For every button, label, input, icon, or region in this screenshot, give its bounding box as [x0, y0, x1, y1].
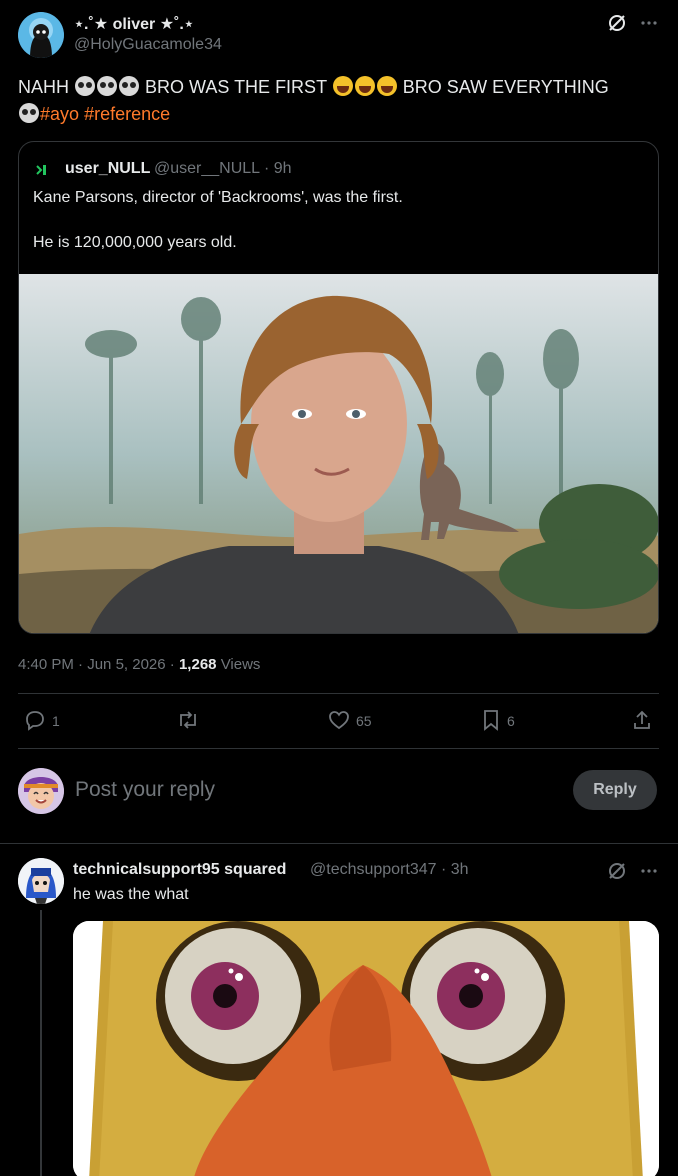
section-divider [0, 843, 678, 844]
rofl-emoji-icon [376, 76, 397, 96]
views-label: Views [220, 656, 261, 673]
reply-icon [24, 709, 46, 734]
skull-emoji-icon [75, 76, 96, 96]
bookmark-icon [481, 709, 501, 734]
author-avatar[interactable] [18, 12, 64, 58]
share-button[interactable] [632, 708, 652, 734]
comment-author-name[interactable]: technicalsupport95 squared [73, 861, 286, 879]
author-handle[interactable]: @HolyGuacamole34 [74, 36, 222, 54]
comment-image[interactable] [73, 921, 659, 1176]
repost-button[interactable] [176, 708, 200, 734]
repost-icon [176, 709, 200, 734]
comment-text: he was the what [73, 886, 189, 903]
like-icon [328, 709, 350, 734]
separator-dot: · [263, 160, 270, 177]
quote-author-handle[interactable]: @user__NULL [154, 160, 259, 177]
quoted-post[interactable]: user_NULL @user__NULL · 9h Kane Parsons,… [18, 141, 659, 634]
divider [18, 693, 659, 694]
quote-text-line1: Kane Parsons, director of 'Backrooms', w… [33, 189, 403, 206]
current-user-avatar[interactable] [18, 768, 64, 814]
reply-button[interactable]: 1 [24, 708, 60, 734]
quote-age: 9h [273, 160, 292, 177]
comment-author-meta: @techsupport347 · 3h [310, 861, 469, 879]
comment-author-avatar[interactable] [18, 858, 64, 904]
like-count: 65 [356, 713, 372, 729]
more-icon[interactable] [638, 12, 660, 34]
bookmark-button[interactable]: 6 [481, 708, 515, 734]
author-display-name[interactable]: ⋆.˚★ oliver ★˚.⋆ [74, 14, 194, 34]
grok-slash-icon[interactable] [606, 12, 628, 34]
reply-count: 1 [52, 713, 60, 729]
post-text-part1: NAHH [18, 77, 70, 97]
comment-age: 3h [450, 861, 469, 878]
hashtag-ayo[interactable]: #ayo [40, 104, 79, 124]
rofl-emoji-icon [332, 76, 353, 96]
rofl-emoji-icon [354, 76, 375, 96]
quote-image[interactable] [19, 274, 658, 633]
skull-emoji-icon [119, 76, 140, 96]
bookmark-count: 6 [507, 713, 515, 729]
quote-author-logo-icon [35, 162, 51, 178]
divider [18, 748, 659, 749]
post-time[interactable]: 4:40 PM [18, 656, 74, 673]
quote-author-meta: @user__NULL · 9h [154, 160, 292, 178]
comment-author-handle[interactable]: @techsupport347 [310, 861, 437, 878]
hashtag-reference[interactable]: #reference [84, 104, 170, 124]
post-meta: 4:40 PM · Jun 5, 2026 · 1,268 Views [18, 656, 260, 673]
skull-emoji-icon [97, 76, 118, 96]
post-date[interactable]: Jun 5, 2026 [87, 656, 165, 673]
separator-dot: · [78, 656, 84, 673]
more-icon[interactable] [638, 860, 660, 882]
reply-input[interactable]: Post your reply [75, 778, 215, 802]
reply-submit-button[interactable]: Reply [573, 770, 657, 810]
quote-text-line2: He is 120,000,000 years old. [33, 234, 237, 251]
quote-author-name[interactable]: user_NULL [65, 160, 150, 178]
post-text: NAHH BRO WAS THE FIRST BRO SAW EVERYTHIN… [18, 74, 658, 128]
separator-dot: · [169, 656, 175, 673]
like-button[interactable]: 65 [328, 708, 372, 734]
separator-dot: · [441, 861, 447, 878]
share-icon [632, 709, 652, 734]
views-count: 1,268 [178, 656, 217, 673]
post-text-part2: BRO WAS THE FIRST [145, 77, 327, 97]
thread-line [40, 910, 42, 1176]
skull-emoji-icon [19, 103, 39, 123]
grok-slash-icon[interactable] [606, 860, 628, 882]
post-text-part3: BRO SAW EVERYTHING [402, 77, 609, 97]
